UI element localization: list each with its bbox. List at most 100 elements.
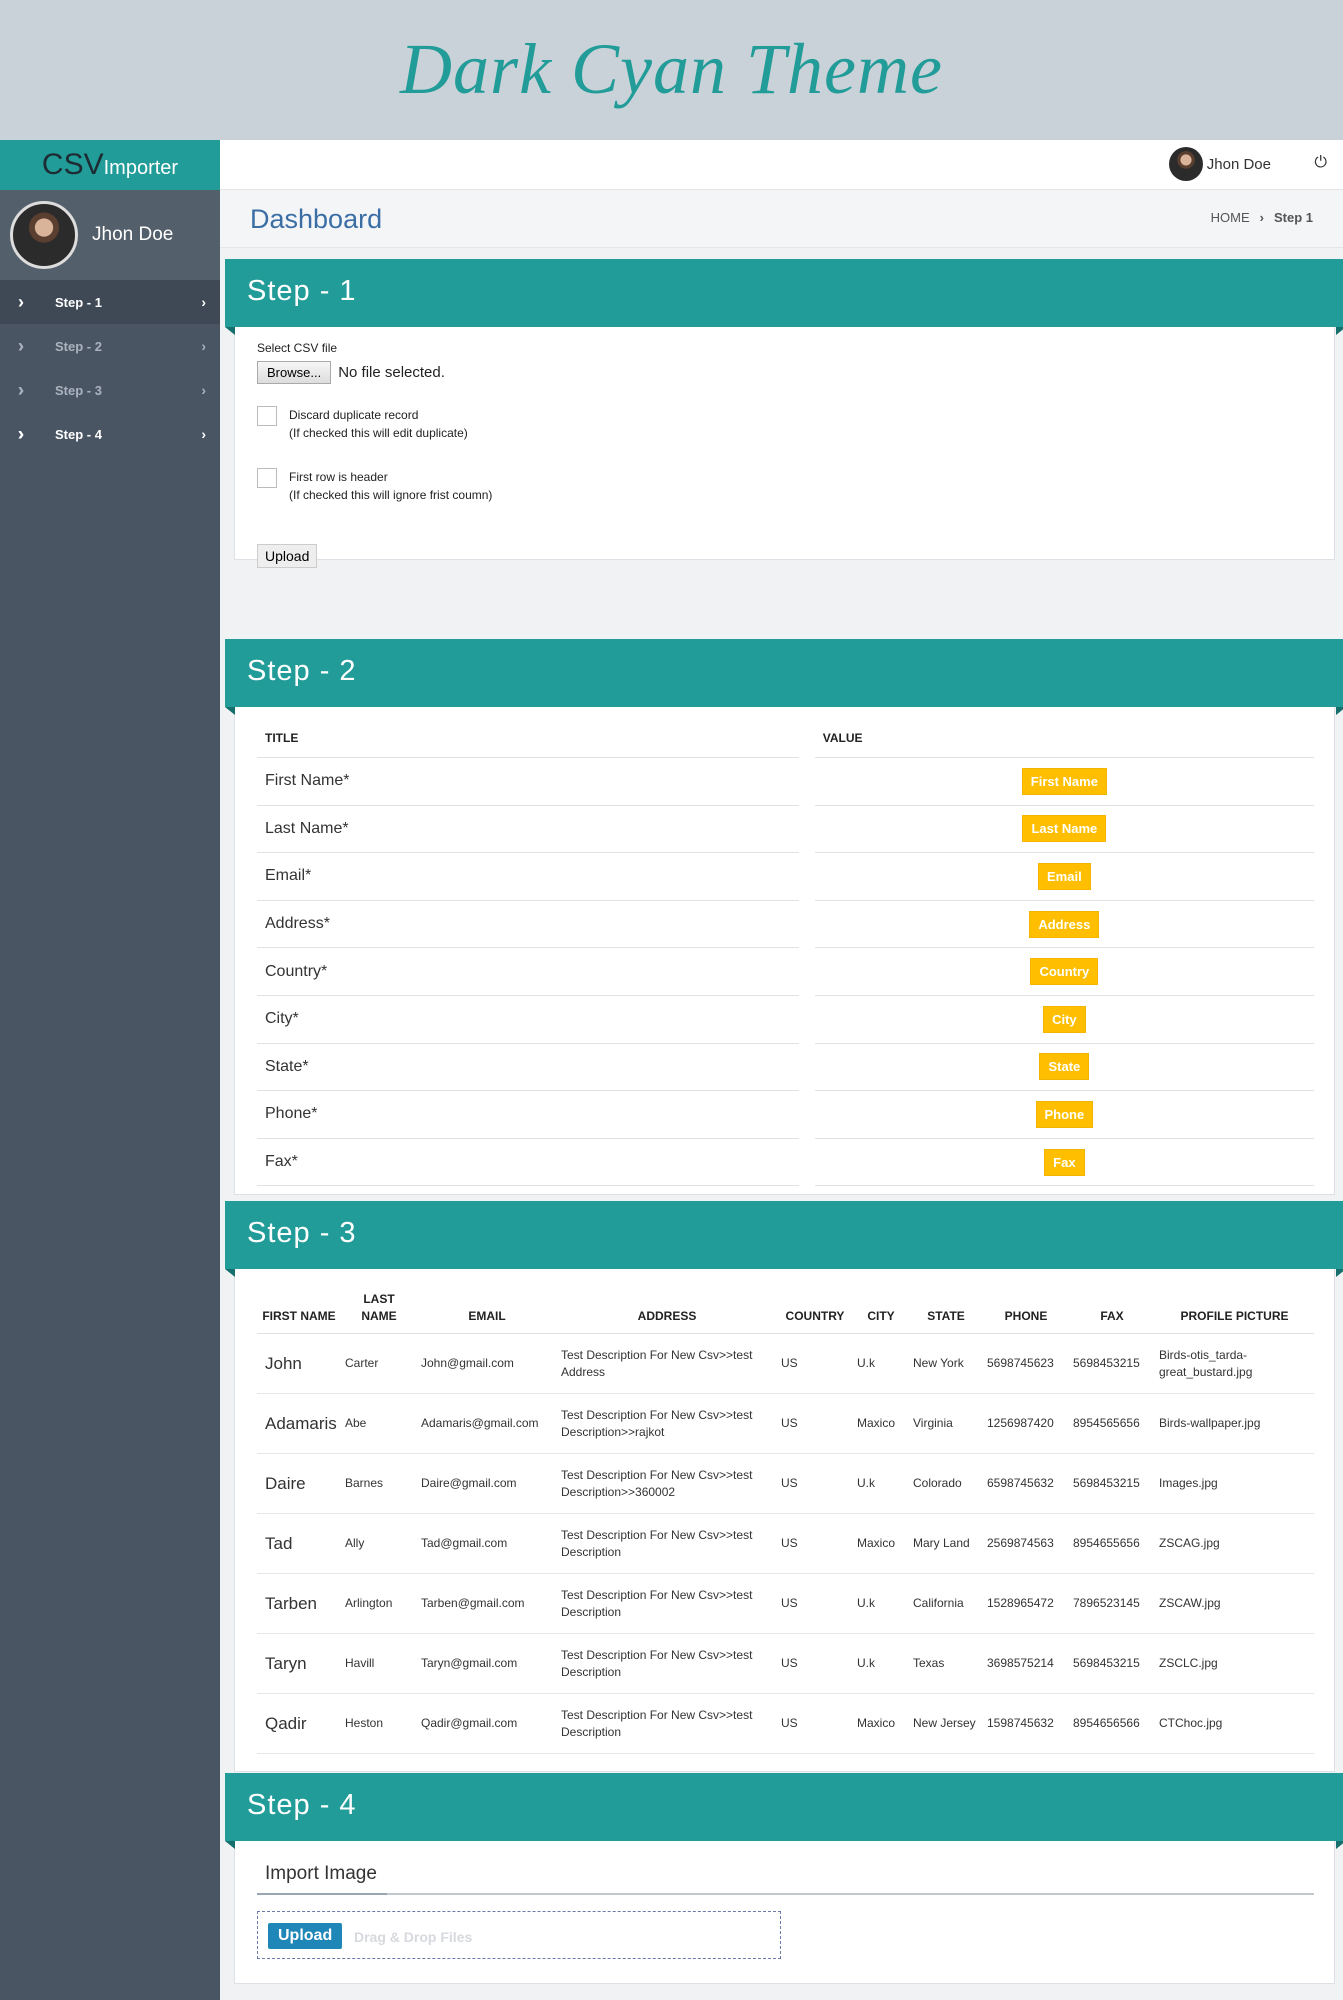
table-cell: 2569874563 xyxy=(983,1513,1069,1574)
table-cell: 8954655656 xyxy=(1069,1513,1155,1574)
step-1-panel: Step - 1 Select CSV file Browse... No fi… xyxy=(225,259,1343,568)
table-row: Last Name* Last Name xyxy=(257,806,1314,854)
sidebar-item-label: Step - 2 xyxy=(55,338,102,354)
table-row: Tad Ally Tad@gmail.com Test Description For… xyxy=(257,1513,1314,1574)
first-row-header-hint: (If checked this will ignore frist coumn… xyxy=(289,488,493,502)
drop-zone[interactable]: Upload Drag & Drop Files xyxy=(257,1911,781,1959)
table-cell: 5698453215 xyxy=(1069,1453,1155,1514)
table-cell: 8954656566 xyxy=(1069,1693,1155,1754)
breadcrumb-home[interactable]: HOME xyxy=(1211,210,1250,225)
column-header: EMAIL xyxy=(417,1281,557,1334)
table-row: Tarben Arlington Tarben@gmail.com Test Desc… xyxy=(257,1573,1314,1634)
table-cell: 5698453215 xyxy=(1069,1333,1155,1394)
table-cell: US xyxy=(777,1453,853,1514)
table-cell: Test Description For New Csv>>test Descr… xyxy=(557,1393,777,1454)
breadcrumb-separator-icon: › xyxy=(1259,210,1264,225)
table-cell: US xyxy=(777,1573,853,1634)
table-cell: Heston xyxy=(341,1693,417,1754)
sidebar-item-step-2[interactable]: ›› Step - 2 › xyxy=(0,324,220,368)
field-value-tag[interactable]: First Name xyxy=(1021,767,1107,795)
table-cell: Maxico xyxy=(853,1513,909,1574)
discard-duplicate-label: Discard duplicate record xyxy=(289,408,419,422)
table-cell: Qadir xyxy=(257,1693,341,1754)
table-cell: Test Description For New Csv>>test Descr… xyxy=(557,1453,777,1514)
field-title: Fax* xyxy=(257,1139,799,1187)
sidebar-item-step-1[interactable]: › Step - 1 › xyxy=(0,280,220,324)
field-title: Address* xyxy=(257,901,799,949)
panel-title: Step - 2 xyxy=(225,639,1343,715)
sidebar-item-label: Step - 3 xyxy=(55,382,102,398)
field-title: Last Name* xyxy=(257,806,799,854)
table-cell: Barnes xyxy=(341,1453,417,1514)
field-value-cell: Country xyxy=(814,948,1314,996)
table-row: John Carter John@gmail.com Test Description… xyxy=(257,1333,1314,1394)
top-user-name[interactable]: Jhon Doe xyxy=(1207,156,1271,173)
table-cell: John@gmail.com xyxy=(417,1333,557,1394)
table-cell: 1528965472 xyxy=(983,1573,1069,1634)
table-cell: Adamaris xyxy=(257,1393,341,1454)
field-value-tag[interactable]: Country xyxy=(1030,958,1099,986)
file-input: Browse... No file selected. xyxy=(257,361,1314,384)
preview-table: FIRST NAME LAST NAME EMAIL ADDRESS COUNTRY CI… xyxy=(257,1281,1314,1754)
table-cell: 8954565656 xyxy=(1069,1393,1155,1454)
sidebar-user-name: Jhon Doe xyxy=(92,224,174,245)
breadcrumb-current: Step 1 xyxy=(1273,210,1313,225)
column-header: PROFILE PICTURE xyxy=(1155,1281,1314,1334)
table-row: Qadir Heston Qadir@gmail.com Test Descripti… xyxy=(257,1693,1314,1754)
select-csv-label: Select CSV file xyxy=(257,341,338,355)
step-4-panel: Step - 4 Import Image Upload Drag & Drop… xyxy=(225,1773,1343,1984)
table-cell: Test Description For New Csv>>test Descr… xyxy=(557,1513,777,1574)
chevron-right-icon: › xyxy=(201,426,206,442)
table-cell: 5698745623 xyxy=(983,1333,1069,1394)
field-value-tag[interactable]: Email xyxy=(1038,862,1091,890)
table-cell: Test Description For New Csv>>test Addre… xyxy=(557,1333,777,1394)
table-row: Phone* Phone xyxy=(257,1091,1314,1139)
field-value-cell: Last Name xyxy=(814,806,1314,854)
browse-button[interactable]: Browse... xyxy=(257,361,332,384)
discard-duplicate-hint: (If checked this will edit duplicate) xyxy=(289,426,468,440)
field-mapping-table: TITLE VALUE First Name* First Name Last Na… xyxy=(241,719,1330,1187)
field-value-tag[interactable]: Address xyxy=(1029,910,1100,938)
panel-title: Step - 1 xyxy=(225,259,1343,335)
first-row-header-checkbox[interactable] xyxy=(257,468,277,488)
table-cell: U.k xyxy=(853,1573,909,1634)
sidebar-item-label: Step - 4 xyxy=(55,426,102,442)
table-row: Taryn Havill Taryn@gmail.com Test Descripti… xyxy=(257,1633,1314,1694)
table-cell: Birds-otis_tarda-great_bustard.jpg xyxy=(1155,1333,1314,1394)
table-cell: Images.jpg xyxy=(1155,1453,1314,1514)
table-cell: Taryn xyxy=(257,1633,341,1694)
column-header: COUNTRY xyxy=(777,1281,853,1334)
field-value-tag[interactable]: City xyxy=(1043,1005,1086,1033)
field-value-tag[interactable]: Last Name xyxy=(1022,815,1107,843)
table-cell: Birds-wallpaper.jpg xyxy=(1155,1393,1314,1454)
table-cell: Taryn@gmail.com xyxy=(417,1633,557,1694)
table-cell: US xyxy=(777,1393,853,1454)
column-header: LAST NAME xyxy=(341,1281,417,1334)
table-cell: U.k xyxy=(853,1333,909,1394)
field-value-tag[interactable]: Fax xyxy=(1044,1148,1085,1176)
table-cell: Arlington xyxy=(341,1573,417,1634)
sidebar-item-step-3[interactable]: ››› Step - 3 › xyxy=(0,368,220,412)
upload-button[interactable]: Upload xyxy=(257,544,318,568)
brand-logo[interactable]: CSV Importer xyxy=(0,140,220,190)
table-cell: Mary Land xyxy=(909,1513,983,1574)
image-upload-button[interactable]: Upload xyxy=(268,1923,343,1949)
column-header: FIRST NAME xyxy=(257,1281,341,1334)
sidebar-user: Jhon Doe xyxy=(0,190,220,280)
theme-banner: Dark Cyan Theme xyxy=(0,0,1343,140)
table-cell: ZSCAG.jpg xyxy=(1155,1513,1314,1574)
table-cell: Test Description For New Csv>>test Descr… xyxy=(557,1573,777,1634)
chevron-right-icon: › xyxy=(201,382,206,398)
power-icon[interactable]: ⏻ xyxy=(1314,154,1327,172)
discard-duplicate-checkbox[interactable] xyxy=(257,406,277,426)
field-value-tag[interactable]: State xyxy=(1039,1053,1090,1081)
sidebar-item-step-4[interactable]: ›››› Step - 4 › xyxy=(0,412,220,456)
sidebar: CSV Importer Jhon Doe › Step - 1 › ›› St… xyxy=(0,140,220,2000)
avatar xyxy=(10,201,78,269)
avatar[interactable] xyxy=(1169,147,1203,181)
field-value-tag[interactable]: Phone xyxy=(1035,1100,1094,1128)
field-value-cell: State xyxy=(814,1044,1314,1092)
field-title: Country* xyxy=(257,948,799,996)
breadcrumb: HOME › Step 1 xyxy=(1211,210,1313,225)
column-header: FAX xyxy=(1069,1281,1155,1334)
